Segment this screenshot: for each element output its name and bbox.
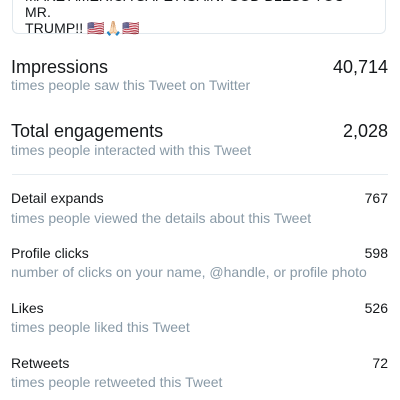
metric-label: Impressions [11,57,109,77]
metric-description: times people interacted with this Tweet [11,142,252,158]
metric-detail-expands: Detail expands 767 times people viewed t… [0,189,400,229]
metric-description: number of clicks on your name, @handle, … [11,264,367,280]
metric-label: Total engagements [11,121,164,141]
metric-retweets: Retweets 72 times people retweeted this … [0,354,400,394]
metric-label: Likes [11,300,44,316]
metric-description: times people liked this Tweet [11,319,190,335]
metric-label: Retweets [11,355,70,371]
metric-value: 767 [364,190,388,206]
tweet-activity-screen: MAKE AMERICA SAFE AGAIN! GOD BLESS YOU M… [0,0,400,400]
metric-profile-clicks: Profile clicks 598 number of clicks on y… [0,244,400,284]
metric-description: times people saw this Tweet on Twitter [11,77,251,93]
tweet-text-line-2: TRUMP!! 🇺🇸🙏🏻🇺🇸 [25,20,140,36]
section-divider [12,174,388,175]
tweet-card[interactable]: MAKE AMERICA SAFE AGAIN! GOD BLESS YOU M… [12,0,386,36]
metric-value: 598 [364,245,388,261]
metric-label: Detail expands [11,190,104,206]
metric-value: 526 [364,300,388,316]
metric-total-engagements: Total engagements 2,028 times people int… [0,120,400,160]
metric-value: 2,028 [342,121,388,141]
metric-value: 72 [372,355,388,371]
metric-description: times people viewed the details about th… [11,210,312,226]
metric-description: times people retweeted this Tweet [11,374,223,390]
metric-value: 40,714 [332,57,388,77]
tweet-text-line-1: MAKE AMERICA SAFE AGAIN! GOD BLESS YOU M… [25,0,344,20]
metric-label: Profile clicks [11,245,89,261]
metric-likes: Likes 526 times people liked this Tweet [0,299,400,339]
metric-impressions: Impressions 40,714 times people saw this… [0,56,400,96]
